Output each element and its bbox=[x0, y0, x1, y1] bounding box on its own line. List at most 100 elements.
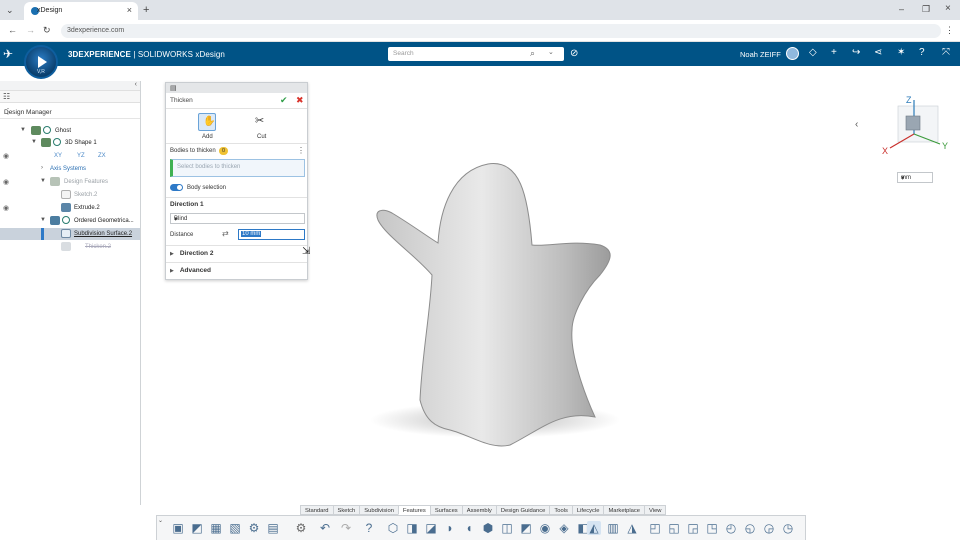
shell-tool-icon[interactable]: ◫ bbox=[500, 521, 514, 535]
visibility-icon[interactable]: ◉ bbox=[3, 152, 9, 160]
minimize-icon[interactable]: – bbox=[899, 4, 904, 14]
tree-row-subdivision-surface[interactable]: Subdivision Surface.2 bbox=[0, 228, 140, 240]
forward-icon[interactable]: → bbox=[26, 25, 35, 35]
new-tab-icon[interactable]: + bbox=[143, 4, 149, 16]
redo-icon[interactable]: ↷ bbox=[339, 521, 353, 535]
add-icon[interactable]: + bbox=[831, 47, 837, 58]
tab-search-icon[interactable]: ⌄ bbox=[6, 5, 14, 16]
network-icon[interactable]: ⋖ bbox=[874, 47, 882, 58]
tree-row-ordered-geometrical-set[interactable]: ▼ Ordered Geometrica... bbox=[0, 215, 140, 227]
properties-icon[interactable]: ▤ bbox=[266, 521, 280, 535]
chamfer-tool-icon[interactable]: ⬢ bbox=[481, 521, 495, 535]
body-selection-toggle[interactable] bbox=[170, 184, 183, 191]
dialog-drag-bar[interactable]: ▤ bbox=[166, 83, 307, 93]
tab-lifecycle[interactable]: Lifecycle bbox=[571, 505, 605, 515]
extrude-tool-icon[interactable]: ⬡ bbox=[386, 521, 400, 535]
sweep-tool-icon[interactable]: ◪ bbox=[424, 521, 438, 535]
visibility-icon[interactable]: ◉ bbox=[3, 204, 9, 212]
share-icon[interactable]: ↪ bbox=[852, 47, 860, 58]
help-icon[interactable]: ? bbox=[362, 521, 376, 535]
search-icon[interactable]: ⌕ bbox=[530, 48, 535, 59]
new-icon[interactable]: ▣ bbox=[171, 521, 185, 535]
tree-row-3d-shape[interactable]: ▼ 3D Shape 1 bbox=[0, 137, 140, 149]
more-options-icon[interactable]: ⋮ bbox=[4, 107, 134, 116]
search-dropdown-icon[interactable]: ⌄ bbox=[548, 48, 554, 56]
open-icon[interactable]: ◩ bbox=[190, 521, 204, 535]
bodies-more-icon[interactable]: ⋮ bbox=[297, 146, 305, 155]
view-triad[interactable]: Z X Y bbox=[878, 94, 950, 156]
tree-row-thicken[interactable]: Thicken.2 bbox=[0, 241, 140, 253]
add-button[interactable]: ✋ bbox=[198, 113, 216, 131]
end-condition-dropdown[interactable]: Blind ▾ bbox=[170, 213, 305, 224]
back-icon[interactable]: ← bbox=[8, 25, 17, 35]
tree-row-design-features[interactable]: ◉ ▼ Design Features bbox=[0, 176, 140, 188]
offset-tool-icon[interactable]: ◴ bbox=[724, 521, 738, 535]
scale-tool-icon[interactable]: ◰ bbox=[648, 521, 662, 535]
tree-tab-icon[interactable]: ☷ bbox=[3, 92, 14, 102]
restore-icon[interactable]: ❐ bbox=[922, 4, 930, 15]
flip-direction-icon[interactable]: ⇄ bbox=[222, 229, 229, 238]
help-icon[interactable]: ? bbox=[919, 47, 925, 58]
gear-icon[interactable]: ⚙ bbox=[294, 521, 308, 535]
plane-zx[interactable]: ZX bbox=[98, 153, 106, 159]
more-tools-icon[interactable]: ◷ bbox=[781, 521, 795, 535]
cancel-x-icon[interactable]: ✖ bbox=[296, 95, 304, 106]
units-dropdown[interactable]: mm ▾ bbox=[897, 172, 933, 183]
revolve-tool-icon[interactable]: ◨ bbox=[405, 521, 419, 535]
tab-sketch[interactable]: Sketch bbox=[332, 505, 361, 515]
delete-face-icon[interactable]: ◵ bbox=[743, 521, 757, 535]
direction2-section[interactable]: ▶ Direction 2 bbox=[170, 250, 213, 257]
browser-menu-icon[interactable]: ⋮ bbox=[945, 25, 954, 36]
tab-surfaces[interactable]: Surfaces bbox=[429, 505, 463, 515]
tab-subdivision[interactable]: Subdivision bbox=[359, 505, 399, 515]
visibility-icon[interactable]: ◉ bbox=[3, 178, 9, 186]
collapse-arrow-icon[interactable]: ▼ bbox=[40, 217, 46, 223]
mirror-tool-icon[interactable]: ◮ bbox=[625, 521, 639, 535]
loft-tool-icon[interactable]: ◗ bbox=[443, 521, 457, 535]
close-tab-icon[interactable]: × bbox=[127, 5, 132, 15]
compass-share-icon[interactable]: ◇ bbox=[809, 47, 817, 58]
tab-features[interactable]: Features bbox=[397, 505, 431, 515]
ok-check-icon[interactable]: ✔ bbox=[280, 95, 288, 106]
tag-icon[interactable]: ⊘ bbox=[570, 48, 578, 59]
tree-row-extrude[interactable]: ◉ Extrude.2 bbox=[0, 202, 140, 214]
replace-face-icon[interactable]: ◶ bbox=[762, 521, 776, 535]
fillet-tool-icon[interactable]: ◖ bbox=[462, 521, 476, 535]
undo-icon[interactable]: ↶ bbox=[318, 521, 332, 535]
tree-row-axis-systems[interactable]: › Axis Systems bbox=[0, 163, 140, 175]
reload-icon[interactable]: ↻ bbox=[43, 25, 51, 36]
move-tool-icon[interactable]: ◱ bbox=[667, 521, 681, 535]
compass-icon[interactable]: V,R bbox=[24, 45, 58, 79]
user-name[interactable]: Noah ZEIFF bbox=[740, 50, 781, 59]
collapse-arrow-icon[interactable]: ▼ bbox=[40, 178, 46, 184]
pattern-tool-icon[interactable]: ▥ bbox=[606, 521, 620, 535]
view-back-icon[interactable]: ‹ bbox=[855, 119, 858, 130]
thicken-tool-icon[interactable]: ◭ bbox=[587, 521, 601, 535]
plane-yz[interactable]: YZ bbox=[77, 153, 85, 159]
cut-button[interactable]: ✂ bbox=[255, 114, 264, 127]
tab-view[interactable]: View bbox=[644, 505, 667, 515]
action-bar-collapse-icon[interactable]: ⌄ bbox=[158, 517, 163, 524]
collapse-arrow-icon[interactable]: ▼ bbox=[31, 139, 37, 145]
expand-arrow-icon[interactable]: › bbox=[41, 165, 43, 171]
save-as-icon[interactable]: ▧ bbox=[228, 521, 242, 535]
tab-assembly[interactable]: Assembly bbox=[461, 505, 497, 515]
save-icon[interactable]: ▦ bbox=[209, 521, 223, 535]
tab-marketplace[interactable]: Marketplace bbox=[603, 505, 646, 515]
tab-standard[interactable]: Standard bbox=[300, 505, 334, 515]
tools-icon[interactable]: ✶ bbox=[897, 47, 905, 58]
ghost-model[interactable] bbox=[360, 155, 620, 455]
advanced-section[interactable]: ▶ Advanced bbox=[170, 267, 211, 274]
collapse-panel-icon[interactable]: ‹ bbox=[135, 81, 137, 88]
window-close-icon[interactable]: × bbox=[945, 3, 951, 14]
url-field[interactable]: 3dexperience.com bbox=[61, 24, 941, 38]
expand-icon[interactable]: ⤧ bbox=[942, 47, 950, 58]
plane-xy[interactable]: XY bbox=[54, 153, 62, 159]
browser-tab[interactable]: xDesign × bbox=[24, 2, 138, 20]
tab-tools[interactable]: Tools bbox=[549, 505, 573, 515]
bodies-selection-box[interactable]: Select bodies to thicken bbox=[170, 159, 305, 177]
collapse-arrow-icon[interactable]: ▼ bbox=[20, 127, 26, 133]
search-field[interactable]: Search ⌕ ⌄ bbox=[388, 47, 564, 61]
draft-tool-icon[interactable]: ◩ bbox=[519, 521, 533, 535]
boolean-tool-icon[interactable]: ◳ bbox=[705, 521, 719, 535]
